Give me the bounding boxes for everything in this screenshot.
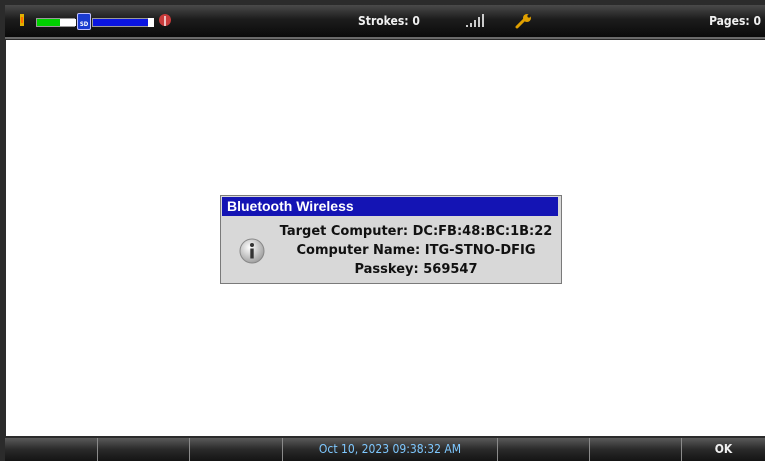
passkey-text: Passkey: 569547 — [354, 262, 478, 277]
info-icon — [239, 238, 265, 264]
storage-level-end — [148, 18, 154, 27]
soft-key-2[interactable] — [98, 438, 190, 461]
soft-key-5[interactable] — [498, 438, 590, 461]
soft-key-1[interactable] — [5, 438, 98, 461]
date-time-display: Oct 10, 2023 09:38:32 AM — [283, 438, 498, 461]
status-bar: SD Strokes: 0 Pages: 0 — [5, 5, 765, 39]
target-computer-text: Target Computer: DC:FB:48:BC:1B:22 — [279, 224, 553, 239]
battery-level-bar — [36, 18, 76, 27]
pages-count: Pages: 0 — [709, 14, 761, 28]
signal-icon — [466, 14, 484, 27]
sd-card-icon: SD — [77, 13, 91, 30]
battery-icon — [20, 14, 24, 26]
storage-level-bar — [92, 18, 150, 27]
soft-key-6[interactable] — [590, 438, 682, 461]
bluetooth-dialog: Bluetooth Wireless Target Computer: DC:F… — [220, 195, 562, 284]
wrench-icon[interactable] — [515, 13, 533, 29]
pen-icon — [159, 14, 171, 26]
dialog-title: Bluetooth Wireless — [222, 197, 558, 216]
ok-button[interactable]: OK — [682, 438, 765, 461]
soft-key-3[interactable] — [190, 438, 283, 461]
bottom-bar: Oct 10, 2023 09:38:32 AM OK — [5, 438, 765, 461]
strokes-count: Strokes: 0 — [358, 14, 420, 28]
computer-name-text: Computer Name: ITG-STNO-DFIG — [296, 243, 536, 258]
